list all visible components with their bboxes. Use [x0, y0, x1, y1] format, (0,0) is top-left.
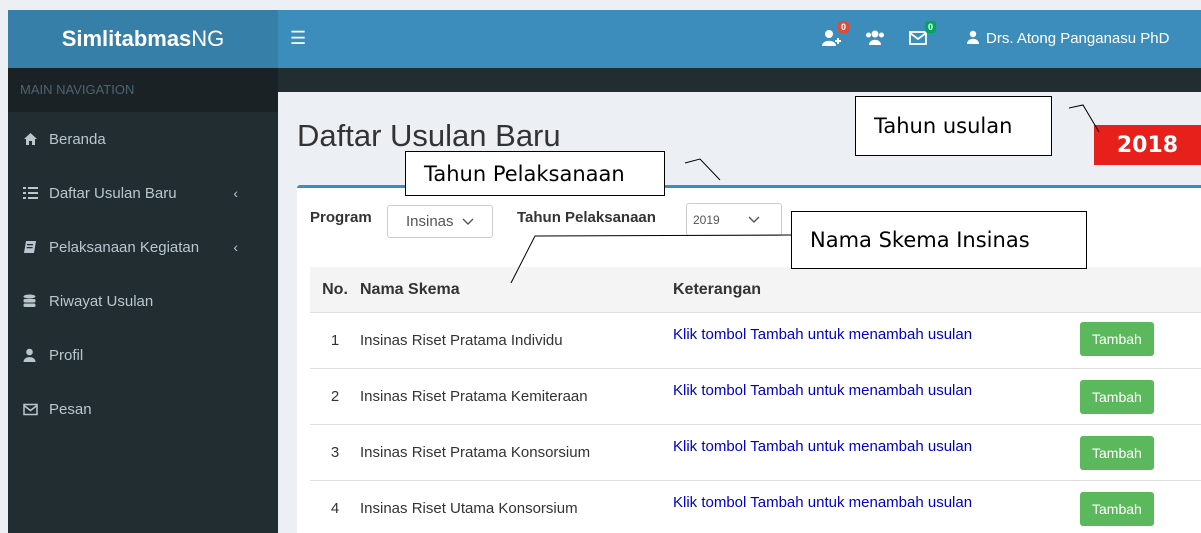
user-icon	[967, 30, 979, 44]
sidebar-item-pelaksanaan-kegiatan[interactable]: Pelaksanaan Kegiatan ‹	[8, 220, 278, 274]
messages-icon[interactable]: 0	[908, 21, 936, 48]
row-nama-skema: Insinas Riset Pratama Individu	[360, 332, 563, 349]
col-header-nama-skema: Nama Skema	[360, 280, 460, 298]
sidebar-item-beranda[interactable]: Beranda	[8, 112, 278, 166]
user-menu[interactable]: Drs. Atong Panganasu PhD	[966, 30, 1169, 47]
annotation-nama-skema: Nama Skema Insinas	[791, 211, 1087, 269]
database-icon	[23, 294, 49, 308]
sidebar-item-daftar-usulan-baru[interactable]: Daftar Usulan Baru ‹	[8, 166, 278, 220]
tahun-pelaksanaan-label: Tahun Pelaksanaan	[517, 209, 656, 226]
row-no: 2	[330, 388, 340, 405]
chevron-down-icon	[748, 216, 760, 223]
table-row: 3 Insinas Riset Pratama Konsorsium Klik …	[310, 424, 1201, 480]
table-header: No. Nama Skema Keterangan	[310, 267, 1201, 312]
table-row: 2 Insinas Riset Pratama Kemiteraan Klik …	[310, 368, 1201, 424]
annotation-tahun-usulan: Tahun usulan	[855, 96, 1052, 156]
group-icon	[866, 30, 884, 45]
book-icon	[23, 240, 49, 254]
user-name: Drs. Atong Panganasu PhD	[986, 30, 1170, 47]
row-nama-skema: Insinas Riset Pratama Konsorsium	[360, 444, 591, 461]
page-title: Daftar Usulan Baru	[297, 118, 561, 153]
sidebar-item-label: Profil	[49, 346, 84, 364]
annotation-year-value: 2018	[1094, 125, 1201, 165]
users-icon[interactable]	[865, 28, 885, 48]
notification-count-badge: 0	[837, 21, 849, 33]
sidebar: MAIN NAVIGATION Beranda Daftar Usulan Ba…	[8, 68, 278, 533]
sidebar-item-profil[interactable]: Profil	[8, 328, 278, 382]
program-label: Program	[310, 209, 372, 226]
brand-rest: NG	[191, 26, 225, 51]
row-no: 3	[330, 444, 340, 461]
row-keterangan: Klik tombol Tambah untuk menambah usulan	[673, 382, 973, 399]
tambah-button[interactable]: Tambah	[1080, 380, 1154, 414]
program-select[interactable]: Insinas	[387, 205, 493, 238]
brand-bold: Simlitabmas	[61, 26, 192, 51]
annotation-text: Nama Skema Insinas	[810, 228, 1030, 252]
home-icon	[23, 132, 49, 146]
row-keterangan: Klik tombol Tambah untuk menambah usulan	[673, 438, 973, 455]
annotation-text: Tahun Pelaksanaan	[424, 161, 625, 186]
top-navbar: ☰ 0 0 Drs. Atong Panganasu PhD	[278, 10, 1201, 68]
sidebar-item-pesan[interactable]: Pesan	[8, 382, 278, 436]
notifications-icon[interactable]: 0	[821, 21, 849, 48]
tahun-select-value: 2019	[693, 212, 720, 227]
row-nama-skema: Insinas Riset Utama Konsorsium	[360, 500, 578, 517]
chevron-left-icon: ‹	[233, 185, 238, 201]
col-header-no: No.	[322, 280, 348, 298]
annotation-tahun-pelaksanaan: Tahun Pelaksanaan	[405, 151, 665, 196]
table-row: 1 Insinas Riset Pratama Individu Klik to…	[310, 312, 1201, 368]
sidebar-toggle-icon[interactable]: ☰	[290, 28, 306, 49]
col-header-keterangan: Keterangan	[673, 280, 762, 298]
list-icon	[23, 186, 49, 200]
row-nama-skema: Insinas Riset Pratama Kemiteraan	[360, 388, 588, 405]
sidebar-item-label: Pelaksanaan Kegiatan	[49, 238, 200, 256]
row-keterangan: Klik tombol Tambah untuk menambah usulan	[673, 326, 973, 343]
row-no: 4	[330, 500, 340, 517]
chevron-left-icon: ‹	[233, 239, 238, 255]
header-divider	[278, 68, 1201, 92]
chevron-down-icon	[462, 218, 474, 225]
brand-logo[interactable]: Simlitabmas NG	[8, 10, 278, 68]
table-row: 4 Insinas Riset Utama Konsorsium Klik to…	[310, 480, 1201, 533]
row-keterangan: Klik tombol Tambah untuk menambah usulan	[673, 494, 973, 511]
tambah-button[interactable]: Tambah	[1080, 322, 1154, 356]
sidebar-item-label: Beranda	[49, 130, 106, 148]
tambah-button[interactable]: Tambah	[1080, 492, 1154, 526]
tahun-pelaksanaan-select[interactable]: 2019	[686, 203, 782, 236]
sidebar-item-label: Daftar Usulan Baru	[49, 184, 177, 202]
sidebar-item-label: Riwayat Usulan	[49, 292, 154, 310]
program-select-value: Insinas	[406, 213, 454, 230]
sidebar-header: MAIN NAVIGATION	[8, 68, 278, 112]
message-count-badge: 0	[924, 21, 936, 33]
annotation-text: Tahun usulan	[874, 114, 1013, 138]
connector-tahun-pelaksanaan	[684, 158, 721, 181]
user-icon	[23, 348, 49, 362]
row-no: 1	[330, 332, 340, 349]
sidebar-item-label: Pesan	[49, 400, 92, 418]
envelope-icon	[23, 403, 49, 416]
sidebar-item-riwayat-usulan[interactable]: Riwayat Usulan	[8, 274, 278, 328]
tambah-button[interactable]: Tambah	[1080, 436, 1154, 470]
